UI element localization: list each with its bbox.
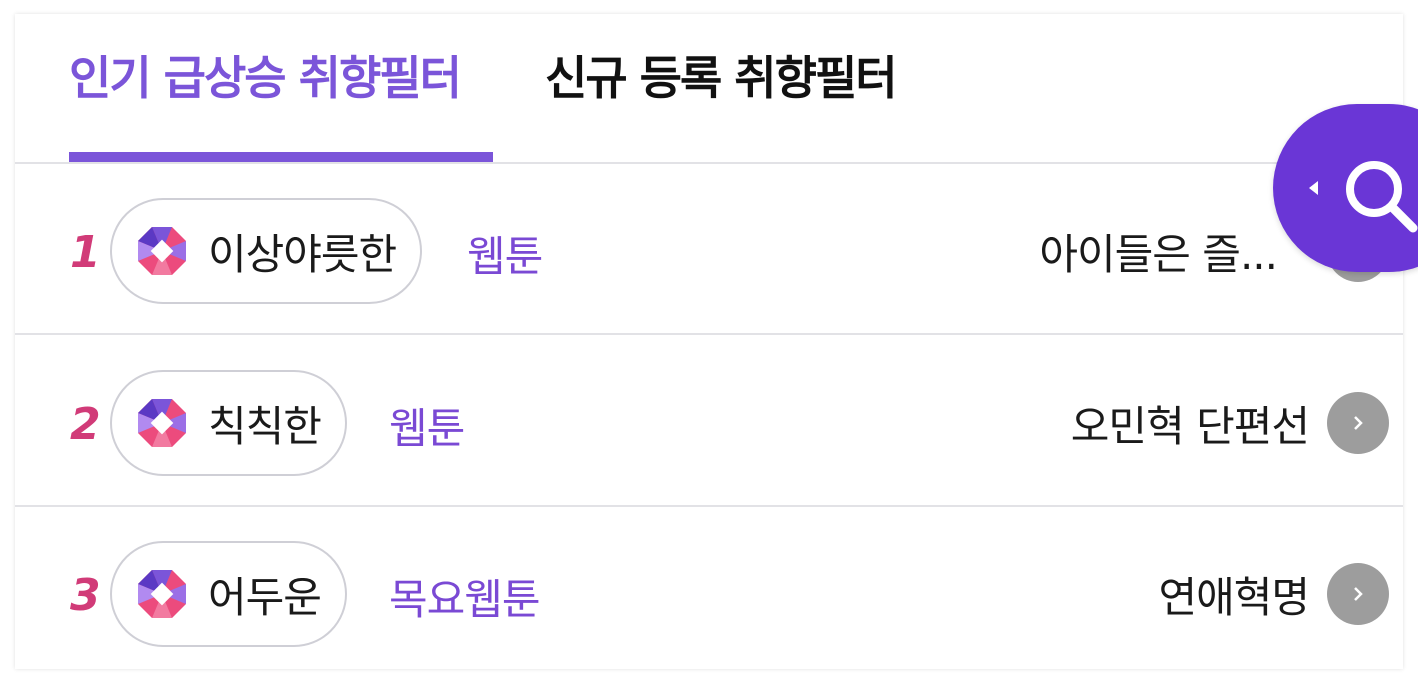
tab-bar: 인기 급상승 취향필터 신규 등록 취향필터: [15, 14, 1403, 164]
ranking-row[interactable]: 1 이상야릇한 웹툰 아이들은 즐...: [15, 165, 1403, 335]
ranking-row[interactable]: 2 칙칙한 웹툰 오민혁 단편선: [15, 337, 1403, 507]
ranking-row[interactable]: 3 어두운 목요웹툰 연애혁명: [15, 508, 1403, 669]
webtoon-title: 오민혁 단편선: [1070, 402, 1310, 451]
tag-pill[interactable]: 칙칙한: [110, 370, 347, 476]
search-icon: [1346, 161, 1418, 233]
tag-label: 이상야릇한: [208, 229, 397, 279]
octagon-logo-icon: [138, 399, 186, 447]
chevron-right-icon: [1354, 587, 1363, 601]
rank-number: 2: [70, 399, 101, 450]
webtoon-title: 아이들은 즐...: [1039, 230, 1278, 279]
tag-label: 칙칙한: [208, 401, 322, 451]
tab-popular-rising[interactable]: 인기 급상승 취향필터: [69, 42, 462, 108]
genre-label: 목요웹툰: [389, 575, 541, 624]
webtoon-title: 연애혁명: [1158, 573, 1310, 622]
rank-number: 3: [70, 570, 101, 621]
rank-number: 1: [70, 227, 101, 278]
genre-label: 웹툰: [467, 232, 543, 281]
caret-left-icon: [1309, 181, 1318, 195]
tag-pill[interactable]: 어두운: [110, 541, 347, 647]
octagon-logo-icon: [138, 227, 186, 275]
tag-pill[interactable]: 이상야릇한: [110, 198, 423, 304]
go-button[interactable]: [1327, 392, 1389, 454]
genre-label: 웹툰: [389, 404, 465, 453]
go-button[interactable]: [1327, 563, 1389, 625]
tab-new-registered[interactable]: 신규 등록 취향필터: [545, 42, 898, 108]
chevron-right-icon: [1354, 416, 1363, 430]
ranking-card: 인기 급상승 취향필터 신규 등록 취향필터 1 이상야릇한 웹툰 아이들은 즐…: [15, 14, 1403, 669]
active-tab-indicator: [69, 152, 493, 162]
octagon-logo-icon: [138, 570, 186, 618]
tag-label: 어두운: [208, 572, 322, 622]
